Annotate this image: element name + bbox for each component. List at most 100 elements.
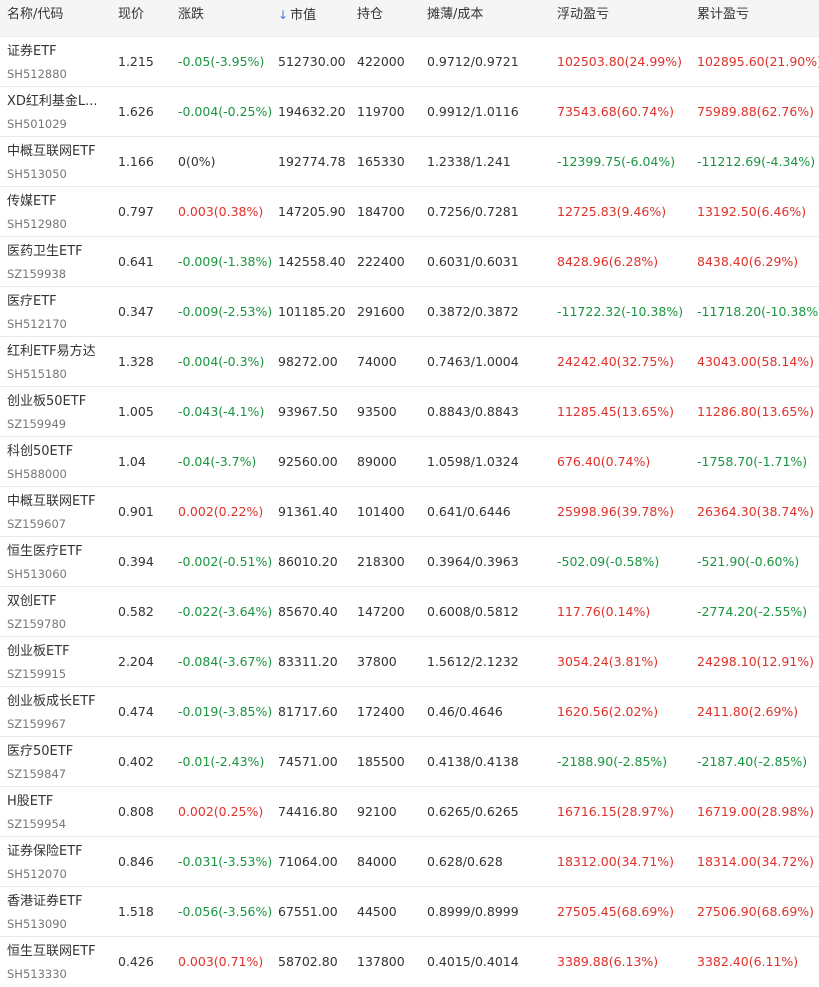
price-change: 0.003(0.71%) [178,954,264,969]
stock-code: SH588000 [7,467,67,481]
holding-quantity: 184700 [357,204,405,219]
stock-name: H股ETF [7,794,54,809]
holding-quantity: 218300 [357,554,405,569]
market-value: 58702.80 [278,954,338,969]
floating-pl: 8428.96(6.28%) [557,254,659,269]
holding-quantity: 84000 [357,854,397,869]
table-row[interactable]: 红利ETF易方达 SH515180 1.328 -0.004(-0.3%) 98272.… [0,336,819,386]
market-value: 92560.00 [278,454,338,469]
market-value: 93967.50 [278,404,338,419]
total-pl: -11212.69(-4.34%) [697,154,816,169]
table-row[interactable]: XD红利基金L... SH501029 1.626 -0.004(-0.25%) 194… [0,86,819,136]
table-row[interactable]: 香港证券ETF SH513090 1.518 -0.056(-3.56%) 67551.… [0,886,819,936]
price-change: -0.009(-1.38%) [178,254,273,269]
cost-price: 0.8843/0.8843 [427,404,519,419]
stock-code: SZ159954 [7,817,67,831]
table-row[interactable]: 创业板50ETF SZ159949 1.005 -0.043(-4.1%) 93967.… [0,386,819,436]
market-value: 85670.40 [278,604,338,619]
price-change: 0(0%) [178,154,216,169]
stock-name: 红利ETF易方达 [7,344,96,359]
header-cost[interactable]: 摊薄/成本 [427,0,483,30]
table-row[interactable]: 证券保险ETF SH512070 0.846 -0.031(-3.53%) 71064.… [0,836,819,886]
stock-code: SZ159847 [7,767,67,781]
header-total-pl[interactable]: 累计盈亏 [697,0,749,30]
current-price: 1.04 [118,454,146,469]
table-row[interactable]: 医疗50ETF SZ159847 0.402 -0.01(-2.43%) 74571.0… [0,736,819,786]
market-value: 194632.20 [278,104,346,119]
stock-name: XD红利基金L... [7,94,98,109]
total-pl: 13192.50(6.46%) [697,204,807,219]
header-holdings[interactable]: 持仓 [357,0,383,30]
price-change: -0.004(-0.3%) [178,354,265,369]
table-row[interactable]: 中概互联网ETF SH513050 1.166 0(0%) 192774.78 16533… [0,136,819,186]
market-value: 67551.00 [278,904,338,919]
stock-name: 香港证券ETF [7,894,83,909]
table-row[interactable]: 证券ETF SH512880 1.215 -0.05(-3.95%) 512730.00… [0,36,819,86]
table-row[interactable]: 医药卫生ETF SZ159938 0.641 -0.009(-1.38%) 142558… [0,236,819,286]
current-price: 0.347 [118,304,154,319]
header-floating-pl[interactable]: 浮动盈亏 [557,0,609,30]
current-price: 0.641 [118,254,154,269]
stock-name: 恒生互联网ETF [7,944,96,959]
header-change[interactable]: 涨跌 [178,0,204,30]
floating-pl: 24242.40(32.75%) [557,354,675,369]
table-row[interactable]: 创业板成长ETF SZ159967 0.474 -0.019(-3.85%) 81717… [0,686,819,736]
current-price: 0.426 [118,954,154,969]
price-change: -0.004(-0.25%) [178,104,273,119]
stock-code: SZ159949 [7,417,67,431]
table-row[interactable]: 创业板ETF SZ159915 2.204 -0.084(-3.67%) 83311.2… [0,636,819,686]
price-change: -0.031(-3.53%) [178,854,273,869]
current-price: 1.166 [118,154,154,169]
table-row[interactable]: 中概互联网ETF SZ159607 0.901 0.002(0.22%) 91361.4… [0,486,819,536]
header-name-code[interactable]: 名称/代码 [7,0,63,30]
holding-quantity: 37800 [357,654,397,669]
table-row[interactable]: 传媒ETF SH512980 0.797 0.003(0.38%) 147205.90 1… [0,186,819,236]
floating-pl: 25998.96(39.78%) [557,504,675,519]
stock-name-cell: 科创50ETF SH588000 [7,443,73,483]
stock-code: SH513050 [7,167,67,181]
holding-quantity: 165330 [357,154,405,169]
price-change: -0.022(-3.64%) [178,604,273,619]
table-row[interactable]: 双创ETF SZ159780 0.582 -0.022(-3.64%) 85670.40… [0,586,819,636]
price-change: -0.002(-0.51%) [178,554,273,569]
cost-price: 0.6008/0.5812 [427,604,519,619]
total-pl: 8438.40(6.29%) [697,254,799,269]
stock-code: SZ159607 [7,517,67,531]
market-value: 86010.20 [278,554,338,569]
stock-code: SH512170 [7,317,67,331]
total-pl: 11286.80(13.65%) [697,404,815,419]
total-pl: 27506.90(68.69%) [697,904,815,919]
stock-code: SH501029 [7,117,67,131]
table-row[interactable]: 科创50ETF SH588000 1.04 -0.04(-3.7%) 92560.00 8… [0,436,819,486]
holding-quantity: 222400 [357,254,405,269]
stock-name-cell: 医疗50ETF SZ159847 [7,743,73,783]
market-value: 91361.40 [278,504,338,519]
stock-name-cell: 证券ETF SH512880 [7,43,67,83]
floating-pl: 73543.68(60.74%) [557,104,675,119]
cost-price: 0.641/0.6446 [427,504,511,519]
holding-quantity: 137800 [357,954,405,969]
market-value: 83311.20 [278,654,338,669]
price-change: -0.056(-3.56%) [178,904,273,919]
stock-name: 创业板ETF [7,644,70,659]
stock-name: 证券保险ETF [7,844,83,859]
table-row[interactable]: H股ETF SZ159954 0.808 0.002(0.25%) 74416.80 92… [0,786,819,836]
market-value: 74416.80 [278,804,338,819]
holding-quantity: 74000 [357,354,397,369]
header-price[interactable]: 现价 [118,0,144,30]
table-row[interactable]: 恒生互联网ETF SH513330 0.426 0.003(0.71%) 58702.8… [0,936,819,986]
cost-price: 0.8999/0.8999 [427,904,519,919]
stock-name-cell: 医药卫生ETF SZ159938 [7,243,83,283]
table-row[interactable]: 恒生医疗ETF SH513060 0.394 -0.002(-0.51%) 86010.… [0,536,819,586]
market-value: 512730.00 [278,54,346,69]
market-value: 74571.00 [278,754,338,769]
holding-quantity: 422000 [357,54,405,69]
stock-code: SH512070 [7,867,67,881]
stock-code: SH513060 [7,567,67,581]
cost-price: 0.6265/0.6265 [427,804,519,819]
floating-pl: 3054.24(3.81%) [557,654,659,669]
table-row[interactable]: 医疗ETF SH512170 0.347 -0.009(-2.53%) 101185.2… [0,286,819,336]
total-pl: 75989.88(62.76%) [697,104,815,119]
header-market-value[interactable]: ↓ 市值 [278,0,316,31]
floating-pl: -502.09(-0.58%) [557,554,660,569]
